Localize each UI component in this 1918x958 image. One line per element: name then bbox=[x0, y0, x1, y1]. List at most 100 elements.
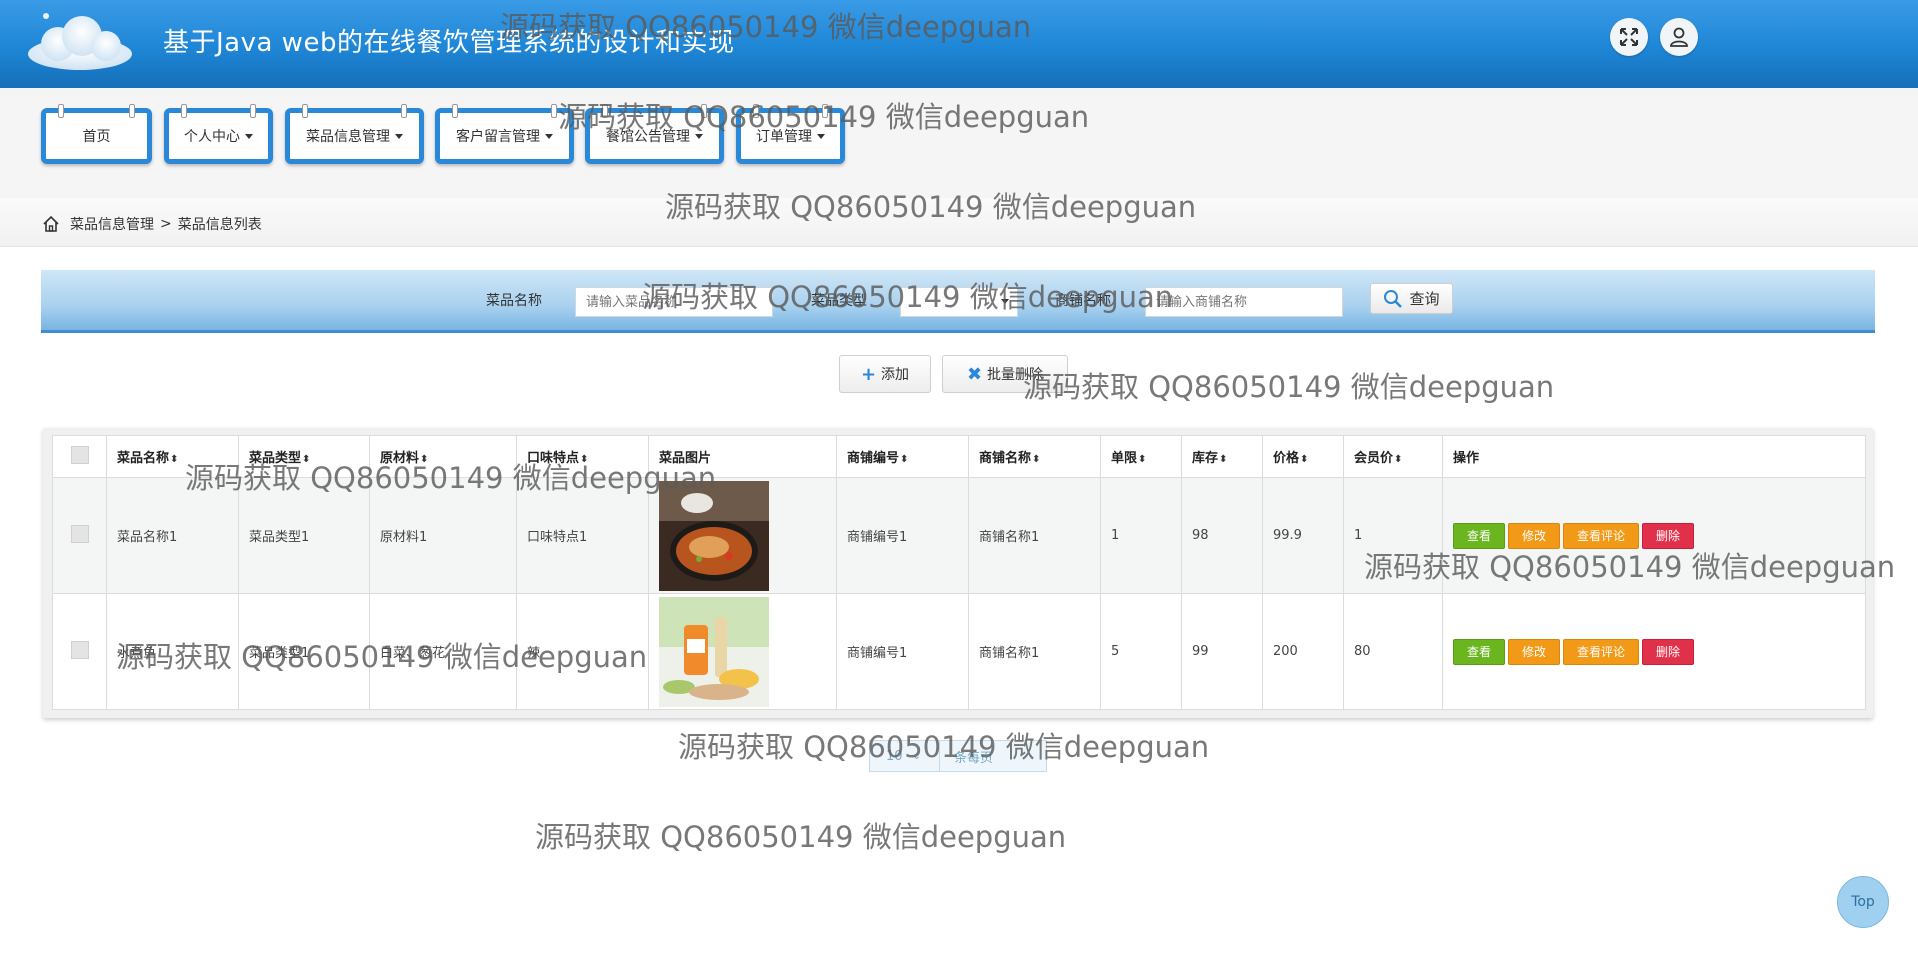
user-icon bbox=[1670, 27, 1688, 47]
col-dish-name[interactable]: 菜品名称⬍ bbox=[106, 435, 239, 478]
nav-item-label: 菜品信息管理 bbox=[306, 129, 390, 145]
sort-icon: ⬍ bbox=[580, 454, 589, 465]
breadcrumb-section[interactable]: 菜品信息管理 bbox=[70, 214, 154, 234]
caret-down-icon bbox=[395, 133, 403, 139]
cell-operations: 查看 修改 查看评论 删除 bbox=[1442, 477, 1866, 594]
breadcrumb-separator: > bbox=[160, 216, 172, 232]
page-size-select[interactable]: 10 ⌄ bbox=[870, 741, 940, 771]
nav-item-label: 客户留言管理 bbox=[456, 129, 540, 145]
cell-taste: 辣 bbox=[516, 593, 649, 710]
back-to-top-button[interactable]: Top bbox=[1837, 876, 1889, 928]
view-button[interactable]: 查看 bbox=[1453, 638, 1506, 665]
sort-icon: ⬍ bbox=[1219, 454, 1228, 465]
header-label: 商铺编号 bbox=[847, 451, 900, 466]
cell-member-price: 80 bbox=[1343, 593, 1443, 710]
user-button[interactable] bbox=[1660, 18, 1698, 56]
cell-shop-no: 商铺编号1 bbox=[836, 477, 969, 594]
nav-item-order-management[interactable]: 订单管理 bbox=[736, 104, 845, 164]
close-icon: ✖ bbox=[966, 363, 983, 385]
col-material[interactable]: 原材料⬍ bbox=[369, 435, 517, 478]
nav-item-label: 订单管理 bbox=[756, 129, 812, 145]
header-label: 会员价 bbox=[1354, 451, 1394, 466]
cell-shop-no: 商铺编号1 bbox=[836, 593, 969, 710]
edit-button[interactable]: 修改 bbox=[1508, 522, 1561, 549]
breadcrumb: 菜品信息管理 > 菜品信息列表 bbox=[42, 214, 268, 234]
col-stock[interactable]: 库存⬍ bbox=[1181, 435, 1263, 478]
delete-button[interactable]: 删除 bbox=[1642, 638, 1695, 665]
header-label: 操作 bbox=[1453, 451, 1480, 466]
dish-photo-image bbox=[659, 480, 769, 591]
row-checkbox[interactable] bbox=[70, 524, 89, 543]
col-price[interactable]: 价格⬍ bbox=[1262, 435, 1344, 478]
shop-name-input[interactable] bbox=[1145, 287, 1343, 317]
edit-button[interactable]: 修改 bbox=[1508, 638, 1561, 665]
chevron-down-icon bbox=[1001, 299, 1009, 304]
cell-dish-type: 菜品类型1 bbox=[238, 593, 370, 710]
nav-item-home[interactable]: 首页 bbox=[41, 104, 152, 164]
col-limit[interactable]: 单限⬍ bbox=[1100, 435, 1182, 478]
col-taste[interactable]: 口味特点⬍ bbox=[516, 435, 649, 478]
col-shop-name[interactable]: 商铺名称⬍ bbox=[968, 435, 1101, 478]
caret-down-icon bbox=[545, 133, 553, 139]
breadcrumb-current: 菜品信息列表 bbox=[177, 217, 262, 233]
cell-dish-name: 水煮鱼 bbox=[106, 593, 239, 710]
sort-icon: ⬍ bbox=[900, 454, 909, 465]
sort-icon: ⬍ bbox=[1138, 454, 1147, 465]
view-comments-button[interactable]: 查看评论 bbox=[1563, 522, 1640, 549]
cell-material: 白菜、葱花 bbox=[369, 593, 517, 710]
caret-down-icon bbox=[245, 133, 253, 139]
view-comments-button[interactable]: 查看评论 bbox=[1563, 638, 1640, 665]
cell-limit: 1 bbox=[1100, 477, 1182, 594]
page-size-value: 10 bbox=[886, 748, 903, 764]
sort-icon: ⬍ bbox=[1300, 454, 1309, 465]
col-dish-type[interactable]: 菜品类型⬍ bbox=[238, 435, 370, 478]
header-label: 商铺名称 bbox=[979, 451, 1032, 466]
dish-type-select[interactable] bbox=[900, 287, 1018, 317]
query-button[interactable]: 查询 bbox=[1370, 283, 1453, 314]
header-label: 口味特点 bbox=[527, 451, 580, 466]
batch-delete-button[interactable]: ✖ 批量删除 bbox=[942, 355, 1068, 393]
header-label: 价格 bbox=[1273, 451, 1300, 466]
fullscreen-button[interactable] bbox=[1610, 18, 1648, 56]
table-row: 水煮鱼 菜品类型1 白菜、葱花 辣 商铺编号1 商铺名称1 5 99 200 8… bbox=[52, 593, 1866, 710]
home-icon[interactable] bbox=[42, 215, 60, 233]
row-select-cell[interactable] bbox=[52, 477, 107, 594]
cell-shop-name: 商铺名称1 bbox=[968, 477, 1101, 594]
col-shop-no[interactable]: 商铺编号⬍ bbox=[836, 435, 969, 478]
page-size-unit: 条每页 bbox=[954, 750, 994, 766]
query-label: 查询 bbox=[1409, 290, 1440, 308]
row-select-cell[interactable] bbox=[52, 593, 107, 710]
search-icon bbox=[1384, 289, 1403, 308]
select-all-checkbox[interactable] bbox=[70, 445, 89, 464]
sort-icon: ⬍ bbox=[1394, 454, 1403, 465]
add-button[interactable]: + 添加 bbox=[839, 355, 931, 393]
header-label: 菜品图片 bbox=[659, 451, 712, 466]
app-header: 基于Java web的在线餐饮管理系统的设计和实现 bbox=[0, 0, 1918, 88]
header-label: 菜品名称 bbox=[117, 451, 170, 466]
watermark-text: 源码获取 QQ86050149 微信deepguan bbox=[535, 820, 1067, 854]
row-checkbox[interactable] bbox=[70, 640, 89, 659]
cloud-logo-icon bbox=[28, 13, 132, 70]
cell-dish-name: 菜品名称1 bbox=[106, 477, 239, 594]
delete-button[interactable]: 删除 bbox=[1642, 522, 1695, 549]
shop-name-label: 商铺名称 bbox=[1055, 293, 1111, 309]
view-button[interactable]: 查看 bbox=[1453, 522, 1506, 549]
col-member-price[interactable]: 会员价⬍ bbox=[1343, 435, 1443, 478]
cell-price: 200 bbox=[1262, 593, 1344, 710]
nav-item-dish-management[interactable]: 菜品信息管理 bbox=[285, 104, 424, 164]
cell-member-price: 1 bbox=[1343, 477, 1443, 594]
nav-item-notice-management[interactable]: 餐馆公告管理 bbox=[585, 104, 724, 164]
pagination: 10 ⌄ 条每页 bbox=[869, 740, 1047, 772]
dish-name-input[interactable] bbox=[575, 287, 773, 317]
cell-shop-name: 商铺名称1 bbox=[968, 593, 1101, 710]
dish-table: 菜品名称⬍ 菜品类型⬍ 原材料⬍ 口味特点⬍ 菜品图片 商铺编号⬍ 商铺名称⬍ … bbox=[52, 435, 1866, 710]
nav-item-message-management[interactable]: 客户留言管理 bbox=[435, 104, 574, 164]
cell-limit: 5 bbox=[1100, 593, 1182, 710]
sort-icon: ⬍ bbox=[1032, 454, 1041, 465]
nav-item-label: 餐馆公告管理 bbox=[606, 129, 690, 145]
breadcrumb-bar bbox=[0, 198, 1918, 247]
expand-arrows-icon bbox=[1620, 28, 1638, 46]
select-all-cell[interactable] bbox=[52, 435, 107, 478]
sort-icon: ⬍ bbox=[170, 454, 179, 465]
nav-item-personal-center[interactable]: 个人中心 bbox=[164, 104, 273, 164]
